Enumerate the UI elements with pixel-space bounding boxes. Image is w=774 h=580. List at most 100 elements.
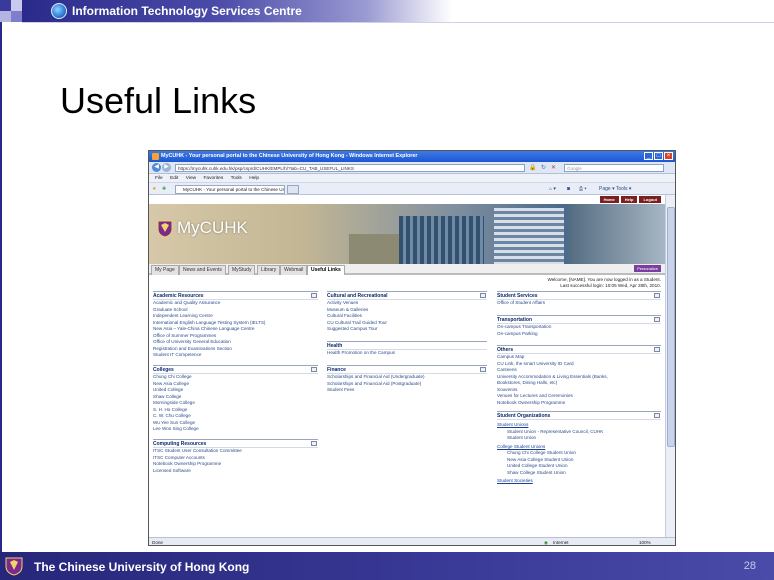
student-societies-link[interactable]: Student Societies [497,478,661,485]
browser-tab[interactable]: MyCUHK - Your personal portal to the Chi… [175,185,285,194]
panel-title: Others [497,346,661,354]
toolbar-page-tools[interactable]: Page ▾ Tools ▾ [599,185,631,193]
panel-toggle-icon[interactable] [311,293,317,298]
panel-title: Finance [327,366,487,374]
panel-student-services: Student Services Office of Student Affai… [497,291,661,307]
panel-student-organizations: Student Organizations Student Unions Stu… [497,411,661,485]
tab-library[interactable]: Library [257,265,281,275]
new-tab-button[interactable] [287,185,299,194]
page-number: 28 [743,560,756,572]
menu-edit[interactable]: Edit [170,174,178,183]
menu-file[interactable]: File [155,174,163,183]
tab-webmail[interactable]: Webmail [280,265,308,275]
panel-title: Cultural and Recreational [327,292,487,300]
left-accent-bar [0,22,2,552]
list-item[interactable]: Health Promotion on the Campus [327,350,487,357]
feeds-icon[interactable]: ◙ [567,185,570,193]
forward-icon[interactable]: ▶ [162,163,171,172]
list-item[interactable]: Office of Student Affairs [497,300,661,307]
favorites-bar: ★ ✚ MyCUHK - Your personal portal to the… [149,183,675,195]
panel-title-text: Finance [327,367,346,373]
banner-photo [494,208,564,264]
personalize-button[interactable]: Personalize [634,265,661,272]
menu-view[interactable]: View [186,174,196,183]
menu-tools[interactable]: Tools [231,174,242,183]
maximize-icon[interactable]: □ [654,152,663,160]
lock-icon[interactable]: 🔒 [529,164,536,172]
itsc-logo-icon [51,3,67,19]
status-bar: Done ◉ Internet 100% [149,537,675,545]
panel-title-text: Health [327,343,343,349]
panel-title: Health [327,342,487,350]
panel-toggle-icon[interactable] [311,367,317,372]
home-icon[interactable]: ⌂ ▾ [549,185,556,193]
ie-icon [152,153,159,160]
minimize-icon[interactable]: _ [644,152,653,160]
list-item[interactable]: Lee Woo Sing College [153,426,318,433]
stop-icon[interactable]: ✕ [551,164,556,172]
panel-title-text: Cultural and Recreational [327,293,388,299]
panel-title: Student Services [497,292,661,300]
list-item[interactable]: Shaw College Student Union [497,470,661,477]
panel-title: Student Organizations [497,412,661,420]
panel-colleges: Colleges Chung Chi College New Asia Coll… [153,365,318,433]
header-square [11,11,22,22]
address-bar: ◀ ▶ https://mycuhk.cuhk.edu.hk/psp/csprd… [149,162,675,174]
portal-top-links: Home Help Logout [598,196,661,203]
footer-university-name: The Chinese University of Hong Kong [34,560,250,574]
refresh-icon[interactable]: ↻ [541,164,546,172]
list-item[interactable]: Student Union [497,435,661,442]
panel-toggle-icon[interactable] [654,317,660,322]
window-controls: _ □ × [643,152,673,160]
panel-toggle-icon[interactable] [311,441,317,446]
back-icon[interactable]: ◀ [152,163,161,172]
welcome-message: Welcome, [NAME]. You are now logged in a… [547,277,661,289]
panel-title-text: Transportation [497,317,533,323]
banner-photo [399,216,484,264]
url-field[interactable]: https://mycuhk.cuhk.edu.hk/psp/csprd/CUH… [175,164,525,172]
panel-title: Academic Resources [153,292,318,300]
search-input[interactable]: Google [564,164,664,172]
slide-title: Useful Links [60,80,257,121]
internet-zone-icon: ◉ [544,540,549,545]
portal-page: Home Help Logout MyCUHK My Page News and E… [149,195,665,537]
panel-toggle-icon[interactable] [654,347,660,352]
menu-favorites[interactable]: Favorites [204,174,224,183]
help-link[interactable]: Help [620,196,638,203]
zoom-level[interactable]: 100% [639,538,651,545]
panel-toggle-icon[interactable] [480,367,486,372]
favorites-star-icon[interactable]: ★ [152,185,156,193]
tab-mystudy[interactable]: MyStudy [228,265,256,275]
panel-title-text: Others [497,347,514,353]
list-item[interactable]: Notebook Ownership Programme [497,400,661,407]
panel-finance: Finance Scholarships and Financial Aid (… [327,365,487,394]
panel-toggle-icon[interactable] [480,293,486,298]
print-icon[interactable]: ⎙ ▾ [579,185,587,193]
close-icon[interactable]: × [664,152,673,160]
scrollbar-thumb[interactable] [667,207,675,447]
tab-my-page[interactable]: My Page [151,265,179,275]
list-item[interactable]: On-campus Parking [497,331,661,338]
menu-help[interactable]: Help [249,174,259,183]
panel-title-text: Student Organizations [497,413,551,419]
list-item[interactable]: Student Fees [327,387,487,394]
logout-link[interactable]: Logout [639,196,661,203]
panel-title-text: Academic Resources [153,293,204,299]
panel-toggle-icon[interactable] [654,413,660,418]
panel-title: Transportation [497,316,661,324]
tab-useful-links[interactable]: Useful Links [307,265,345,275]
list-item[interactable]: Suggested Campus Tour [327,326,487,333]
portal-banner: MyCUHK [149,204,665,264]
add-favorite-icon[interactable]: ✚ [162,185,166,193]
list-item[interactable]: Licensed Software [153,468,318,475]
vertical-scrollbar[interactable] [665,195,675,537]
tab-news-and-events[interactable]: News and Events [179,265,226,275]
banner-photo [569,204,665,264]
panel-toggle-icon[interactable] [654,293,660,298]
banner-photo [349,234,399,264]
window-title: MyCUHK - Your personal portal to the Chi… [161,153,418,159]
portal-nav-tabs: My Page News and Events MyStudy Library … [149,264,665,275]
header-square [0,0,11,11]
list-item[interactable]: Student IT Competence [153,352,318,359]
home-link[interactable]: Home [599,196,619,203]
